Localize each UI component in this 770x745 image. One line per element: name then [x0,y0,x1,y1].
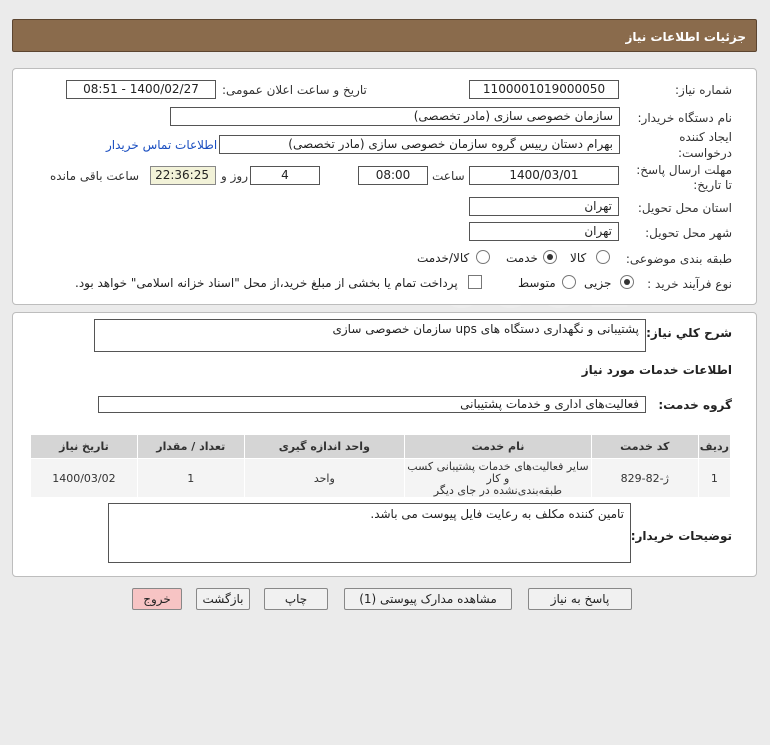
table-header-row: ردیف کد خدمت نام خدمت واحد اندازه گیری ت… [30,434,732,459]
col-date: تاریخ نیاز [30,434,138,459]
page-header: جزئیات اطلاعات نیاز [12,19,757,52]
time-label: ساعت [432,169,465,183]
services-table: ردیف کد خدمت نام خدمت واحد اندازه گیری ت… [30,434,732,498]
province-field: تهران [469,197,619,216]
category-both-label: کالا/خدمت [417,251,470,265]
creator-label-2: درخواست: [678,146,732,160]
announce-label: تاریخ و ساعت اعلان عمومی: [222,83,367,97]
col-qty: تعداد / مقدار [136,434,245,459]
creator-label: ایجاد کننده [679,130,732,144]
category-goods-label: کالا [570,251,587,265]
deadline-label: مهلت ارسال پاسخ: [636,163,732,177]
need-number-label: شماره نیاز: [675,83,732,97]
reply-button[interactable]: پاسخ به نیاز [528,588,632,610]
process-minor-radio[interactable] [620,275,634,289]
cell-code: ژ-82-829 [590,458,699,498]
cell-name-line1: سایر فعالیت‌های خدمات پشتیبانی کسب و کار [407,460,589,485]
col-row: ردیف [697,434,732,459]
buyer-notes-field: تامین کننده مکلف به رعایت فایل پیوست می … [108,503,631,563]
city-field: تهران [469,222,619,241]
days-label: روز و [221,169,248,183]
deadline-label-2: تا تاریخ: [693,178,732,192]
cell-name-line2: طبقه‌بندی‌نشده در جای دیگر [433,484,563,497]
category-service-label: خدمت [506,251,538,265]
process-minor-label: جزیی [584,276,612,290]
contact-buyer-link[interactable]: اطلاعات تماس خریدار [106,138,217,152]
city-label: شهر محل تحویل: [645,226,732,240]
col-code: کد خدمت [590,434,699,459]
description-field: پشتیبانی و نگهداری دستگاه های ups سازمان… [94,319,646,352]
col-unit: واحد اندازه گیری [243,434,405,459]
province-label: استان محل تحویل: [637,201,732,215]
info-panel [12,68,757,305]
deadline-date-field: 1400/03/01 [469,166,619,185]
payment-note: پرداخت تمام یا بخشی از مبلغ خرید،از محل … [75,276,458,290]
cell-unit: واحد [243,458,405,498]
announce-field: 1400/02/27 - 08:51 [66,80,216,99]
print-button[interactable]: چاپ [264,588,328,610]
table-row: 1 ژ-82-829 سایر فعالیت‌های خدمات پشتیبان… [30,458,732,498]
days-field: 4 [250,166,320,185]
category-service-radio[interactable] [543,250,557,264]
treasury-checkbox[interactable] [468,275,482,289]
service-group-field: فعالیت‌های اداری و خدمات پشتیبانی [98,396,646,413]
buyer-label: نام دستگاه خریدار: [637,111,733,125]
buyer-notes-label: توضیحات خریدار: [630,529,732,543]
deadline-time-field: 08:00 [358,166,428,185]
cell-date: 1400/03/02 [30,458,138,498]
col-name: نام خدمت [403,434,592,459]
cell-row: 1 [697,458,732,498]
process-label: نوع فرآیند خرید : [647,277,732,291]
exit-button[interactable]: خروج [132,588,182,610]
back-button[interactable]: بازگشت [196,588,250,610]
category-both-radio[interactable] [476,250,490,264]
attachments-button[interactable]: مشاهده مدارک پیوستی (1) [344,588,512,610]
services-section-title: اطلاعات خدمات مورد نیاز [581,363,732,377]
remaining-time-field: 22:36:25 [150,166,216,185]
description-label: شرح کلي نياز: [646,326,732,340]
page-title: جزئیات اطلاعات نیاز [625,30,746,44]
service-group-label: گروه خدمت: [658,398,732,412]
cell-name: سایر فعالیت‌های خدمات پشتیبانی کسب و کار… [403,458,592,498]
category-label: طبقه بندی موضوعی: [625,252,732,266]
cell-qty: 1 [136,458,245,498]
need-number-field: 1100001019000050 [469,80,619,99]
process-medium-label: متوسط [518,276,556,290]
process-medium-radio[interactable] [562,275,576,289]
creator-field: بهرام دستان رییس گروه سازمان خصوصی سازی … [219,135,620,154]
category-goods-radio[interactable] [596,250,610,264]
remaining-label: ساعت باقی مانده [50,169,140,183]
buyer-field: سازمان خصوصی سازی (مادر تخصصی) [170,107,620,126]
